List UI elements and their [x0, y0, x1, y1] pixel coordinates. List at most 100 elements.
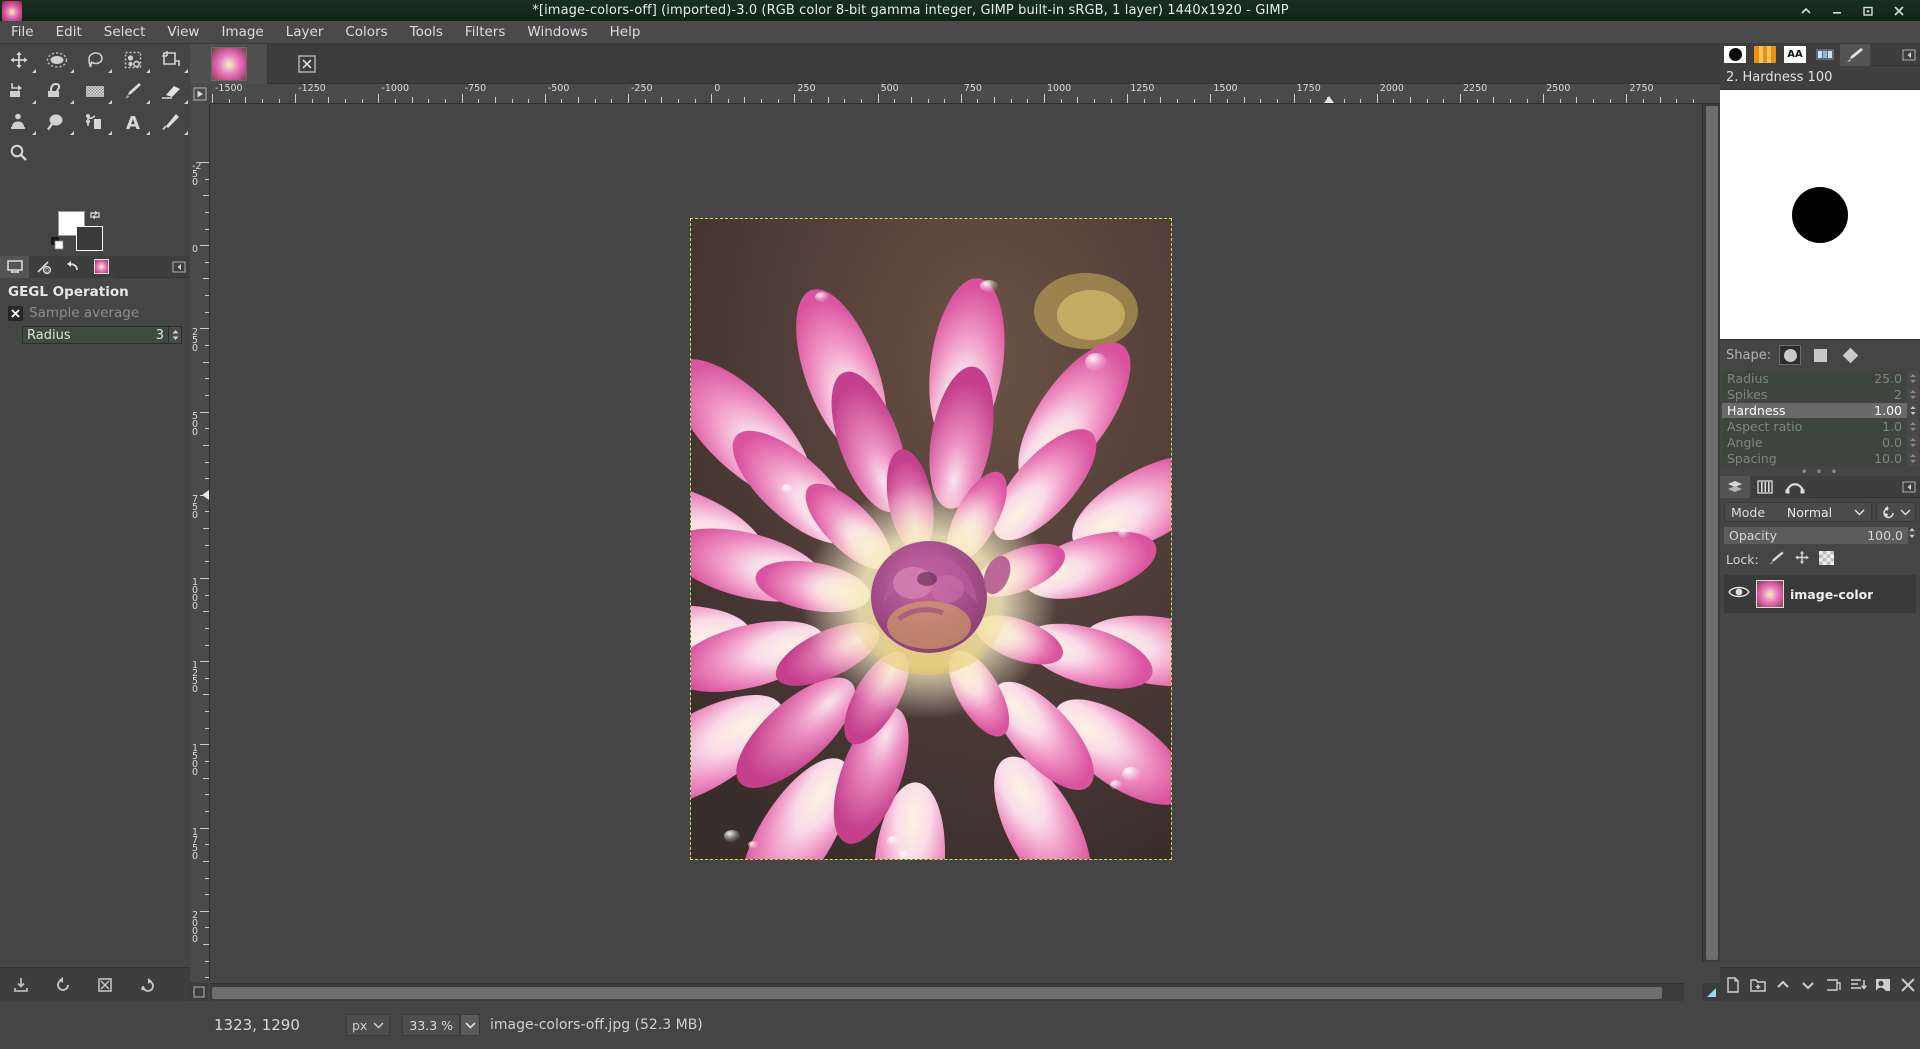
brush-preview[interactable] — [1720, 90, 1920, 340]
menu-filters[interactable]: Filters — [454, 22, 516, 43]
background-color-swatch[interactable] — [76, 226, 103, 251]
brush-angle-stepper[interactable] — [1907, 435, 1918, 450]
zoom-value-field[interactable]: 33.3 % — [402, 1014, 461, 1036]
restore-tool-preset-button[interactable] — [42, 968, 84, 1002]
swap-colors-icon[interactable] — [88, 208, 102, 226]
canvas-vertical-scrollbar[interactable] — [1702, 104, 1720, 962]
crop-tool[interactable] — [152, 44, 190, 75]
paths-tab[interactable] — [1780, 475, 1810, 498]
unit-selector[interactable]: px — [346, 1014, 391, 1036]
brush-aspect-ratio-slider[interactable]: Aspect ratio 1.0 — [1722, 419, 1907, 434]
brush-spacing-slider[interactable]: Spacing 10.0 — [1722, 451, 1907, 466]
delete-layer-button[interactable] — [1895, 968, 1920, 1002]
color-picker-tool[interactable] — [152, 106, 190, 137]
layer-row[interactable]: image-color — [1724, 575, 1916, 613]
new-layer-button[interactable] — [1720, 968, 1745, 1002]
lock-alpha-toggle[interactable] — [1818, 550, 1834, 568]
maximize-button[interactable] — [1861, 4, 1875, 18]
raise-layer-button[interactable] — [1770, 968, 1795, 1002]
brush-spacing-stepper[interactable] — [1907, 451, 1918, 466]
ink-tool[interactable] — [76, 106, 114, 137]
flower-photo[interactable] — [691, 219, 1171, 859]
dock-menu-button[interactable] — [172, 260, 186, 274]
save-tool-preset-button[interactable] — [0, 968, 42, 1002]
menu-file[interactable]: File — [0, 22, 45, 43]
layer-opacity-stepper[interactable] — [1908, 527, 1916, 544]
brush-dock-menu-button[interactable] — [1902, 48, 1916, 62]
minimize-button[interactable] — [1830, 4, 1844, 18]
merge-down-button[interactable] — [1845, 968, 1870, 1002]
eraser-tool[interactable] — [152, 75, 190, 106]
radius-stepper[interactable] — [169, 326, 182, 344]
brush-angle-slider[interactable]: Angle 0.0 — [1722, 435, 1907, 450]
vertical-scroll-thumb[interactable] — [1706, 106, 1718, 960]
layer-visibility-toggle[interactable] — [1728, 584, 1750, 604]
vertical-ruler[interactable]: -250 0 250 500 750 1000 1250 1500 1750 2000 — [190, 104, 210, 981]
brush-hardness-slider[interactable]: Hardness 1.00 — [1722, 403, 1907, 418]
reset-colors-icon[interactable] — [51, 237, 67, 257]
brushes-tab[interactable] — [1720, 43, 1750, 66]
brush-radius-slider[interactable]: Radius 25.0 — [1722, 371, 1907, 386]
layer-opacity-slider[interactable]: Opacity 100.0 — [1724, 527, 1908, 544]
menu-windows[interactable]: Windows — [516, 22, 598, 43]
lower-layer-button[interactable] — [1795, 968, 1820, 1002]
fonts-tab[interactable]: AA — [1780, 43, 1810, 66]
duplicate-layer-button[interactable] — [1820, 968, 1845, 1002]
menu-edit[interactable]: Edit — [45, 22, 93, 43]
gradients-tab[interactable] — [1750, 43, 1780, 66]
horizontal-scroll-thumb[interactable] — [212, 987, 1662, 999]
fuzzy-select-tool[interactable] — [114, 44, 152, 75]
menu-image[interactable]: Image — [210, 22, 274, 43]
quick-mask-toggle[interactable] — [190, 983, 208, 1001]
navigation-preview-button[interactable] — [1702, 983, 1720, 1001]
layer-mask-button[interactable] — [1870, 968, 1895, 1002]
new-layer-group-button[interactable] — [1745, 968, 1770, 1002]
text-tool[interactable]: A — [114, 106, 152, 137]
layers-dock-menu-button[interactable] — [1902, 480, 1916, 494]
paint-dynamics-tab[interactable] — [1840, 43, 1870, 66]
canvas-horizontal-scrollbar[interactable] — [210, 983, 1684, 1001]
menu-view[interactable]: View — [156, 22, 210, 43]
tool-options-tab[interactable] — [0, 255, 29, 278]
close-button[interactable] — [1892, 4, 1906, 18]
lock-position-toggle[interactable] — [1794, 550, 1810, 568]
zoom-tool[interactable] — [0, 137, 38, 168]
image-canvas[interactable] — [210, 104, 1702, 962]
shade-button[interactable] — [1799, 4, 1813, 18]
channels-tab[interactable] — [1750, 475, 1780, 498]
document-history-tab[interactable] — [1810, 43, 1840, 66]
menu-help[interactable]: Help — [599, 22, 652, 43]
clone-tool[interactable] — [0, 106, 38, 137]
shape-square-button[interactable] — [1809, 345, 1831, 365]
shape-circle-button[interactable] — [1779, 345, 1802, 365]
brush-spikes-stepper[interactable] — [1907, 387, 1918, 402]
zoom-dropdown-button[interactable] — [460, 1014, 481, 1036]
brush-aspect-ratio-stepper[interactable] — [1907, 419, 1918, 434]
transform-tool[interactable] — [0, 75, 38, 106]
gradient-tool[interactable] — [76, 75, 114, 106]
brush-hardness-stepper[interactable] — [1907, 403, 1918, 418]
close-image-button[interactable] — [268, 44, 346, 84]
reset-tool-options-button[interactable] — [126, 968, 168, 1002]
undo-history-tab[interactable] — [58, 255, 87, 278]
bucket-fill-tool[interactable] — [38, 75, 76, 106]
brush-radius-stepper[interactable] — [1907, 371, 1918, 386]
ellipse-select-tool[interactable] — [38, 44, 76, 75]
brush-spikes-slider[interactable]: Spikes 2 — [1722, 387, 1907, 402]
move-tool[interactable] — [0, 44, 38, 75]
sample-average-checkbox[interactable] — [8, 305, 23, 321]
menu-select[interactable]: Select — [93, 22, 157, 43]
shape-diamond-button[interactable] — [1839, 345, 1861, 365]
ruler-origin-button[interactable] — [190, 84, 210, 104]
layers-tab[interactable] — [1720, 475, 1750, 498]
lock-pixels-toggle[interactable] — [1768, 550, 1785, 568]
delete-tool-preset-button[interactable] — [84, 968, 126, 1002]
menu-tools[interactable]: Tools — [399, 22, 454, 43]
images-tab[interactable] — [87, 255, 116, 278]
layer-mode-options-button[interactable] — [1876, 502, 1916, 522]
paintbrush-tool[interactable] — [114, 75, 152, 106]
free-select-tool[interactable] — [76, 44, 114, 75]
menu-layer[interactable]: Layer — [275, 22, 335, 43]
smudge-tool[interactable] — [38, 106, 76, 137]
image-colors-off-tab[interactable] — [190, 43, 268, 84]
